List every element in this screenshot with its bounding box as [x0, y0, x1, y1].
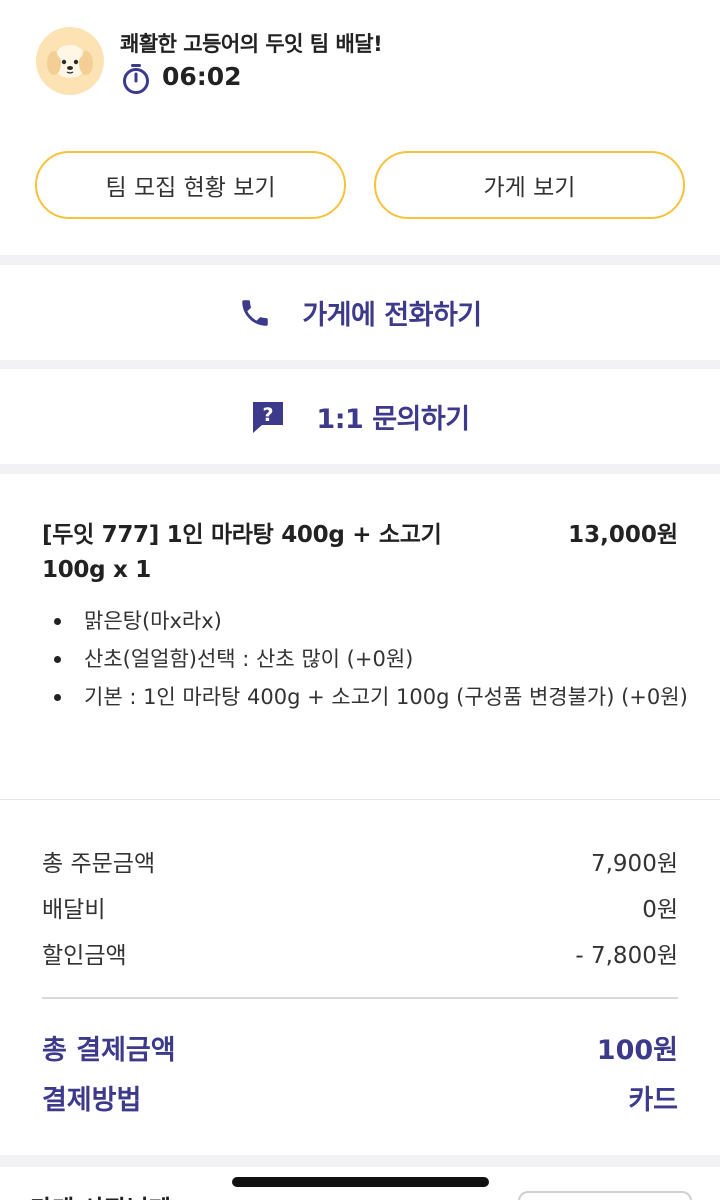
section-divider [0, 360, 720, 369]
phone-icon [238, 296, 272, 330]
menu-option: 기본 : 1인 마라탕 400g + 소고기 100g (구성품 변경불가) (… [52, 678, 692, 716]
menu-option-list: 맑은탕(마x라x) 산초(얼얼함)선택 : 산초 많이 (+0원) 기본 : 1… [52, 602, 692, 716]
menu-item-price: 13,000원 [568, 522, 678, 548]
summary-divider [42, 997, 678, 999]
delivery-fee-label: 배달비 [42, 897, 106, 923]
view-store-label: 가게 보기 [483, 175, 576, 201]
payment-method-value: 카드 [628, 1085, 678, 1116]
team-delivery-header: 쾌활한 고등어의 두잇 팀 배달! 06:02 [0, 0, 720, 120]
store-owner-action-button[interactable] [518, 1191, 692, 1200]
section-divider [0, 255, 720, 265]
payment-summary: 총 주문금액 7,900원 배달비 0원 할인금액 - 7,800원 총 결제금… [0, 800, 720, 1155]
stopwatch-icon [121, 63, 151, 99]
discount-row: 할인금액 - 7,800원 [42, 936, 678, 970]
svg-text:?: ? [263, 404, 274, 426]
call-store-button[interactable]: 가게에 전화하기 [0, 265, 720, 360]
payment-total-row: 총 결제금액 100원 [42, 1028, 678, 1067]
order-total-row: 총 주문금액 7,900원 [42, 844, 678, 878]
order-item-section: [두잇 777] 1인 마라탕 400g + 소고기 100g x 1 13,0… [0, 474, 720, 799]
question-bubble-icon: ? [250, 399, 286, 435]
puppy-avatar-icon [36, 27, 104, 95]
call-store-label: 가게에 전화하기 [302, 300, 482, 331]
menu-item-name: [두잇 777] 1인 마라탕 400g + 소고기 100g x 1 [42, 522, 442, 583]
countdown-timer: 06:02 [162, 62, 242, 91]
payment-method-row: 결제방법 카드 [42, 1078, 678, 1117]
menu-option: 맑은탕(마x라x) [52, 602, 692, 640]
payment-method-label: 결제방법 [42, 1085, 142, 1116]
team-delivery-title: 쾌활한 고등어의 두잇 팀 배달! [120, 32, 383, 56]
store-owner-heading: 가게 사장님께 [30, 1189, 171, 1200]
discount-label: 할인금액 [42, 943, 127, 969]
inquiry-label: 1:1 문의하기 [316, 404, 470, 435]
order-total-value: 7,900원 [590, 851, 678, 877]
home-indicator[interactable] [232, 1177, 489, 1187]
section-divider [0, 464, 720, 474]
delivery-fee-value: 0원 [642, 897, 678, 923]
order-total-label: 총 주문금액 [42, 851, 156, 877]
menu-option: 산초(얼얼함)선택 : 산초 많이 (+0원) [52, 640, 692, 678]
inquiry-button[interactable]: ? 1:1 문의하기 [0, 369, 720, 464]
discount-value: - 7,800원 [575, 943, 678, 969]
payment-total-label: 총 결제금액 [42, 1035, 176, 1066]
recruit-status-label: 팀 모집 현황 보기 [105, 175, 276, 201]
payment-total-value: 100원 [596, 1035, 678, 1066]
view-store-button[interactable]: 가게 보기 [374, 151, 685, 219]
section-divider [0, 1155, 720, 1167]
recruit-status-button[interactable]: 팀 모집 현황 보기 [35, 151, 346, 219]
delivery-fee-row: 배달비 0원 [42, 890, 678, 924]
